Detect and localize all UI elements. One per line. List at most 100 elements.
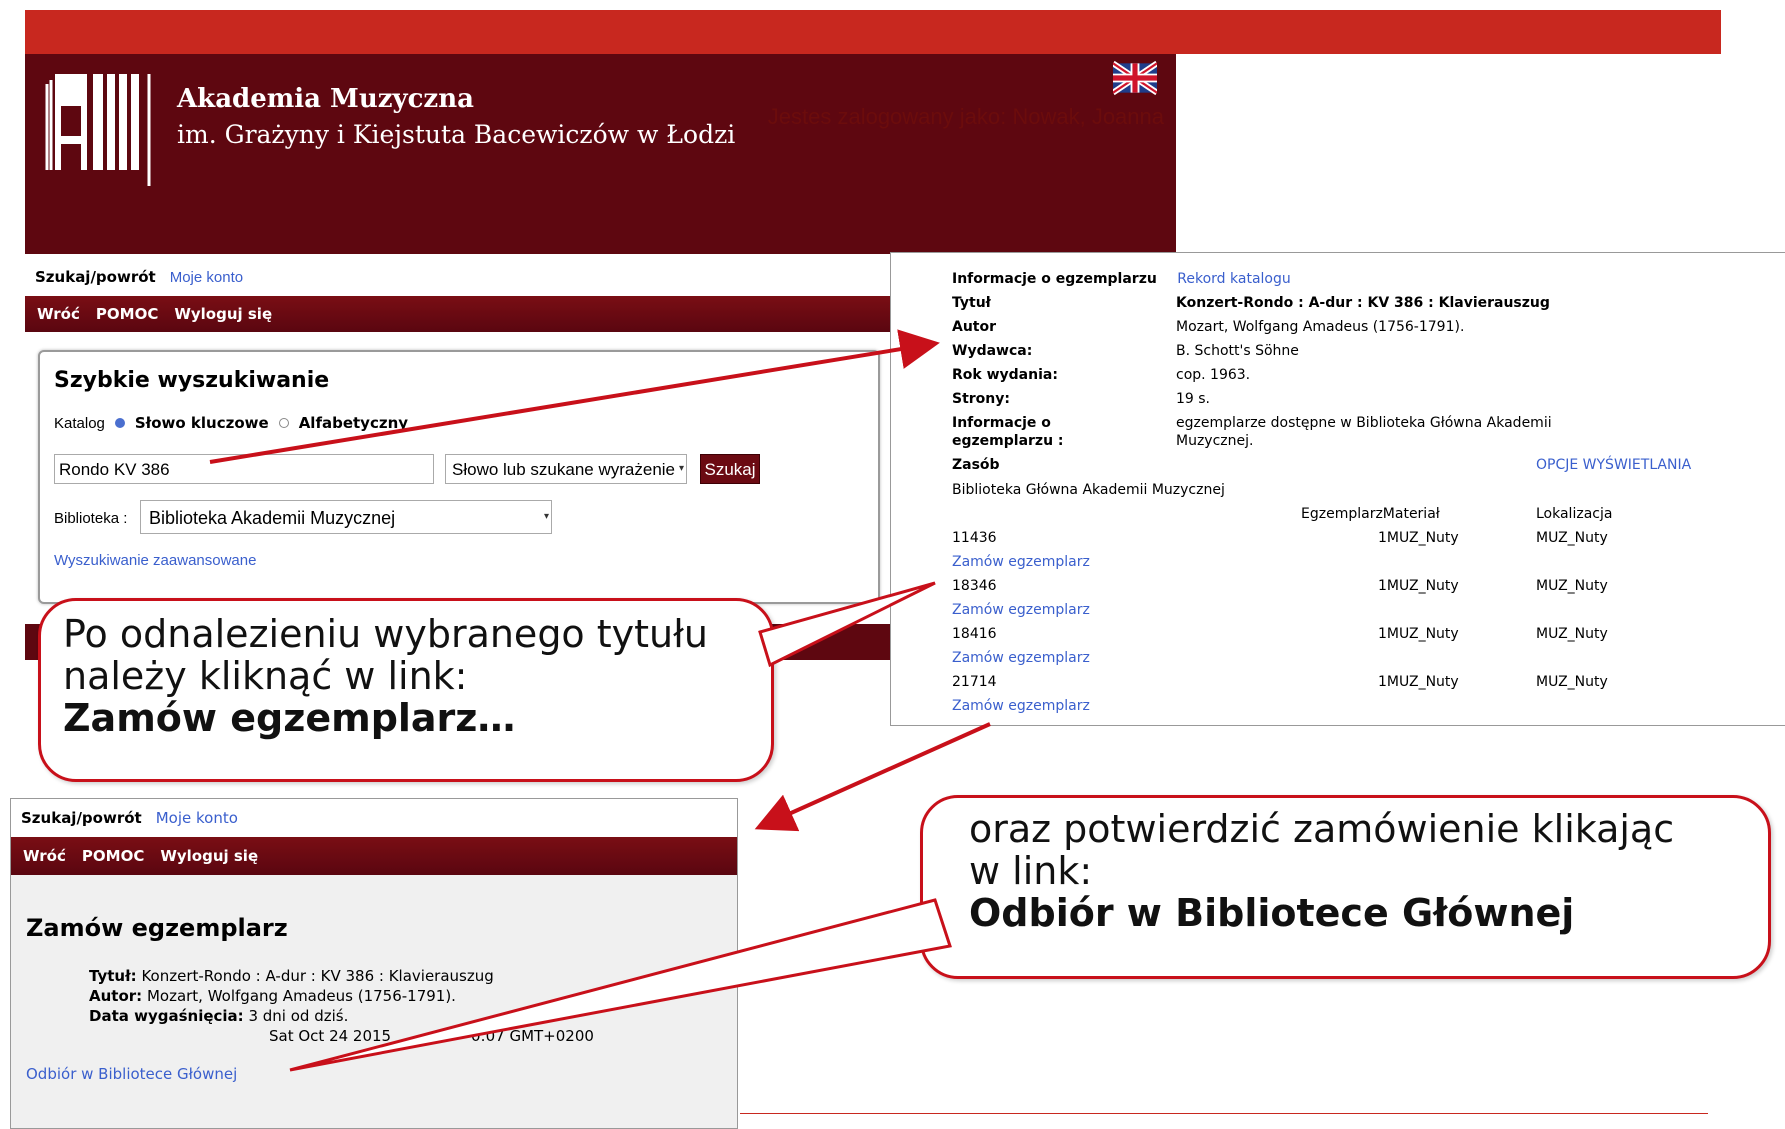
callout-1-line-1: Po odnalezieniu wybranego tytułu <box>63 612 709 656</box>
search-button[interactable]: Szukaj <box>700 454 760 484</box>
copy-material: 1MUZ_Nuty <box>1378 674 1459 690</box>
callout-1-line-2: należy kliknąć w link: <box>63 654 468 698</box>
divider-line <box>740 1113 1708 1114</box>
order-expiry-date-right: 0:07 GMT+0200 <box>471 1027 594 1045</box>
main-menu-bar: Wróć POMOC Wyloguj się <box>25 296 895 332</box>
order-expiry-value: 3 dni od dziś. <box>248 1007 349 1025</box>
library-value: Biblioteka Akademii Muzycznej <box>149 508 396 528</box>
top-banner-stripe <box>25 10 1721 54</box>
holdings-library: Biblioteka Główna Akademii Muzycznej <box>952 482 1225 498</box>
uk-flag-icon[interactable] <box>1113 60 1157 96</box>
record-heading: Informacje o egzemplarzu <box>952 271 1157 287</box>
order-copy-link[interactable]: Zamów egzemplarz <box>952 602 1090 618</box>
copy-id: 11436 <box>952 530 997 546</box>
callout-step-2: oraz potwierdzić zamówienie klikając w l… <box>920 795 1771 979</box>
keyword-option[interactable]: Słowo kluczowe <box>135 414 269 432</box>
account-nav: Szukaj/powrót Moje konto <box>25 258 895 296</box>
nav-back[interactable]: Wróć <box>37 305 80 323</box>
order-title-label: Tytuł: <box>89 967 137 985</box>
dropdown-arrow-icon: ▾ <box>543 511 549 522</box>
logged-in-status: Jestes zalogowany jako: Nowak, Joanna <box>767 104 1164 129</box>
dropdown-arrow-icon: ▾ <box>678 463 684 474</box>
callout-2-line-3: Odbiór w Bibliotece Głównej <box>969 891 1575 935</box>
col-location: Lokalizacja <box>1536 506 1613 522</box>
callout-2-line-2: w link: <box>969 849 1093 893</box>
advanced-search-link[interactable]: Wyszukiwanie zaawansowane <box>54 552 256 569</box>
field-label-year: Rok wydania: <box>952 367 1058 383</box>
field-label-pages: Strony: <box>952 391 1010 407</box>
field-value-pages: 19 s. <box>1176 391 1211 407</box>
field-label-title: Tytuł <box>952 295 991 311</box>
nav-back[interactable]: Wróć <box>23 847 66 865</box>
nav-logout[interactable]: Wyloguj się <box>160 847 258 865</box>
keyword-radio[interactable] <box>114 418 125 428</box>
order-copy-link[interactable]: Zamów egzemplarz <box>952 650 1090 666</box>
nav-my-account[interactable]: Moje konto <box>156 809 238 827</box>
record-details-panel: Informacje o egzemplarzu Rekord katalogu… <box>890 252 1785 726</box>
order-expiry-label: Data wygaśnięcia: <box>89 1007 244 1025</box>
copy-location: MUZ_Nuty <box>1536 674 1608 690</box>
nav-my-account[interactable]: Moje konto <box>170 269 243 286</box>
copy-id: 18416 <box>952 626 997 642</box>
callout-2-line-1: oraz potwierdzić zamówienie klikając <box>969 807 1675 851</box>
main-menu-bar: Wróć POMOC Wyloguj się <box>11 837 737 875</box>
alphabetical-option[interactable]: Alfabetyczny <box>299 414 408 432</box>
order-copy-link[interactable]: Zamów egzemplarz <box>952 554 1090 570</box>
nav-search-return[interactable]: Szukaj/powrót <box>35 268 156 286</box>
nav-help[interactable]: POMOC <box>82 847 144 865</box>
search-mode-value: Słowo lub szukane wyrażenie <box>452 460 676 479</box>
col-copy-material: EgzemplarzMateriał <box>1301 506 1440 522</box>
alphabetical-radio[interactable] <box>278 418 289 428</box>
copy-id: 21714 <box>952 674 997 690</box>
copy-material: 1MUZ_Nuty <box>1378 578 1459 594</box>
field-value-publisher: B. Schott's Söhne <box>1176 343 1299 359</box>
order-title-row: Tytuł: Konzert-Rondo : A-dur : KV 386 : … <box>89 967 494 985</box>
holdings-label: Zasób <box>952 457 1000 473</box>
academy-logo-icon <box>45 74 151 186</box>
order-title: Zamów egzemplarz <box>26 914 288 942</box>
order-title-value: Konzert-Rondo : A-dur : KV 386 : Klavier… <box>141 967 494 985</box>
search-input[interactable]: Rondo KV 386 <box>54 454 434 484</box>
library-label: Biblioteka : <box>54 510 128 527</box>
record-heading-row: Informacje o egzemplarzu Rekord katalogu <box>952 271 1291 287</box>
academy-name: Akademia Muzyczna <box>177 84 474 114</box>
library-select[interactable]: Biblioteka Akademii Muzycznej ▾ <box>140 500 552 534</box>
order-expiry-row: Data wygaśnięcia: 3 dni od dziś. <box>89 1007 348 1025</box>
field-value-info-2: Muzycznej. <box>1176 433 1254 449</box>
field-label-author: Autor <box>952 319 997 335</box>
order-author-value: Mozart, Wolfgang Amadeus (1756-1791). <box>146 987 456 1005</box>
copy-id: 18346 <box>952 578 997 594</box>
order-expiry-date-left: Sat Oct 24 2015 <box>269 1027 392 1045</box>
copy-material: 1MUZ_Nuty <box>1378 626 1459 642</box>
nav-logout[interactable]: Wyloguj się <box>174 305 272 323</box>
academy-subname: im. Grażyny i Kiejstuta Bacewiczów w Łod… <box>177 120 736 149</box>
field-value-year: cop. 1963. <box>1176 367 1251 383</box>
field-value-info-1: egzemplarze dostępne w Biblioteka Główna… <box>1176 415 1552 431</box>
catalog-options: Katalog Słowo kluczowe Alfabetyczny <box>54 414 408 432</box>
quick-search-title: Szybkie wyszukiwanie <box>54 368 330 393</box>
pickup-main-library-link[interactable]: Odbiór w Bibliotece Głównej <box>26 1065 237 1083</box>
copy-location: MUZ_Nuty <box>1536 530 1608 546</box>
display-options-link[interactable]: OPCJE WYŚWIETLANIA <box>1536 457 1691 473</box>
field-value-author: Mozart, Wolfgang Amadeus (1756-1791). <box>1176 319 1465 335</box>
nav-help[interactable]: POMOC <box>96 305 158 323</box>
catalog-label: Katalog <box>54 414 105 432</box>
order-copy-page: Szukaj/powrót Moje konto Wróć POMOC Wylo… <box>10 798 738 1129</box>
search-mode-select[interactable]: Słowo lub szukane wyrażenie ▾ <box>445 454 687 484</box>
order-author-label: Autor: <box>89 987 143 1005</box>
copy-location: MUZ_Nuty <box>1536 578 1608 594</box>
order-author-row: Autor: Mozart, Wolfgang Amadeus (1756-17… <box>89 987 456 1005</box>
callout-1-line-3: Zamów egzemplarz… <box>63 696 516 740</box>
site-header: Akademia Muzyczna im. Grażyny i Kiejstut… <box>25 54 1176 254</box>
order-copy-link[interactable]: Zamów egzemplarz <box>952 698 1090 714</box>
nav-search-return[interactable]: Szukaj/powrót <box>21 809 142 827</box>
field-label-publisher: Wydawca: <box>952 343 1033 359</box>
quick-search-panel: Szybkie wyszukiwanie Katalog Słowo klucz… <box>38 350 880 604</box>
copy-location: MUZ_Nuty <box>1536 626 1608 642</box>
catalog-record-link[interactable]: Rekord katalogu <box>1177 271 1290 287</box>
field-label-info-1: Informacje o <box>952 415 1051 431</box>
copy-material: 1MUZ_Nuty <box>1378 530 1459 546</box>
field-label-info-2: egzemplarzu : <box>952 433 1064 449</box>
callout-step-1: Po odnalezieniu wybranego tytułu należy … <box>38 598 774 782</box>
account-nav: Szukaj/powrót Moje konto <box>11 799 737 837</box>
